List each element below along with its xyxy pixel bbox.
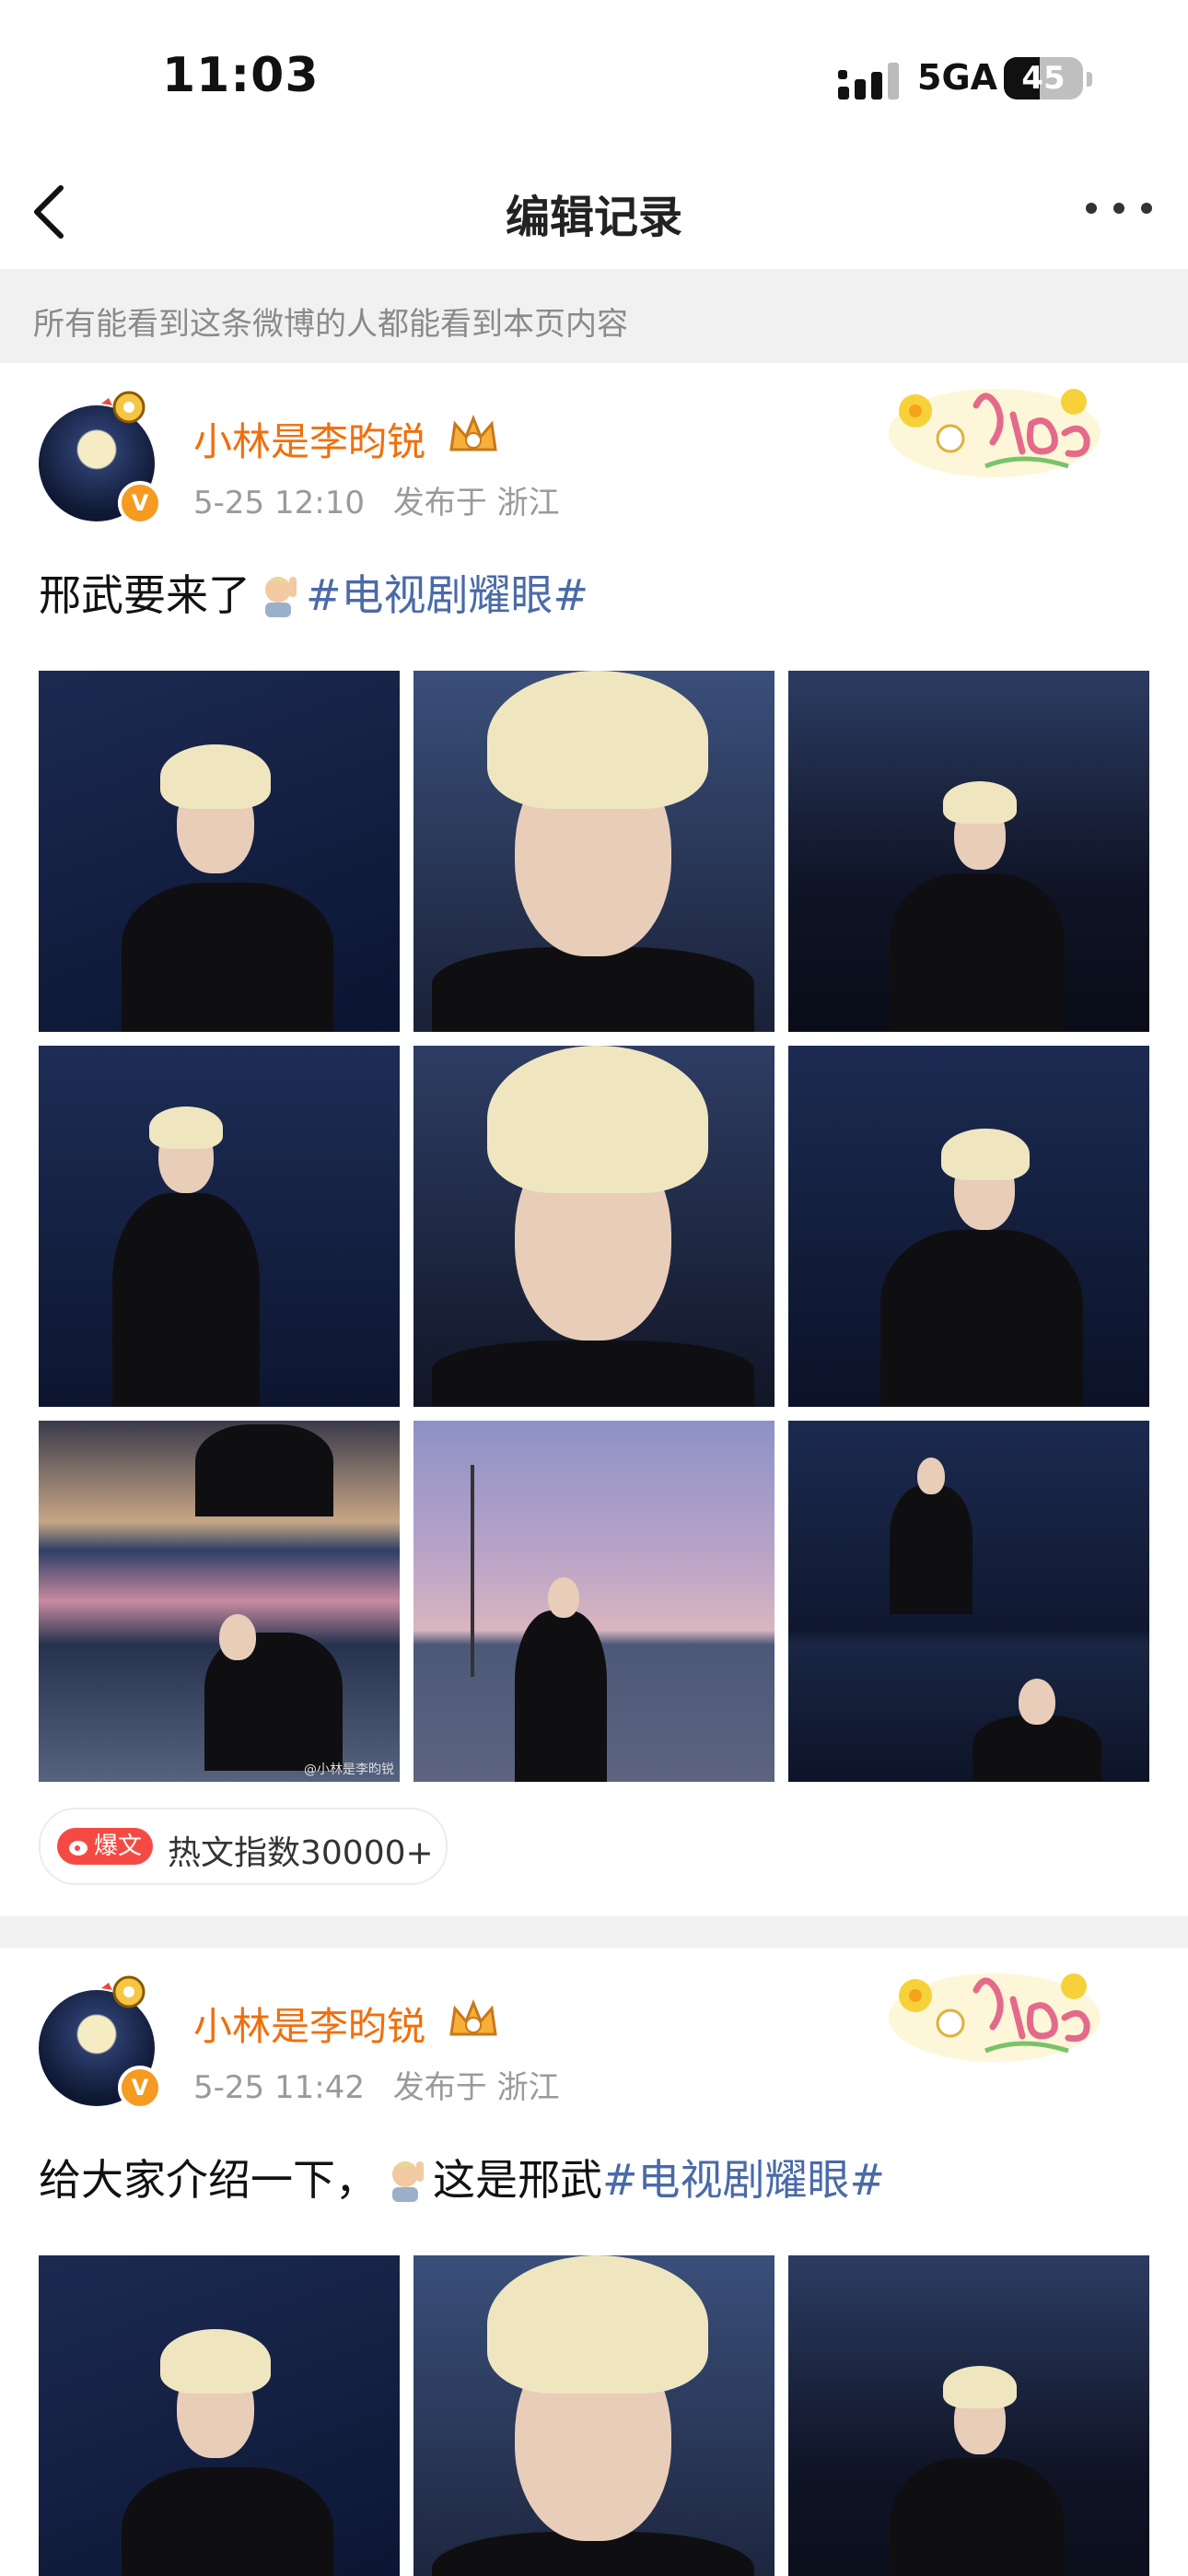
photo-face xyxy=(917,1458,945,1494)
photo-figure xyxy=(880,1230,1083,1407)
photo-grid xyxy=(39,2255,1149,2576)
photo-thumbnail[interactable]: @小林是李昀锐 xyxy=(39,1421,400,1782)
photo-thumbnail[interactable] xyxy=(788,1046,1149,1407)
photo-hair xyxy=(941,1129,1030,1180)
verified-badge-icon: V xyxy=(118,481,162,525)
raising-hand-emoji-icon xyxy=(265,577,297,617)
photo-figure xyxy=(112,1193,260,1407)
photo-hair xyxy=(943,781,1017,824)
post-text-after: 这是邢武 xyxy=(433,2155,602,2205)
photo-watermark: @小林是李昀锐 xyxy=(304,1762,394,1777)
photo-face xyxy=(219,1614,256,1660)
post-location: 发布于 浙江 xyxy=(392,485,560,521)
status-bar: 11:03 5GA 45 xyxy=(0,0,1188,157)
hot-index-text: 热文指数30000+ xyxy=(168,1834,434,1872)
avatar-decoration-icon xyxy=(101,1975,146,2008)
battery-level: 45 xyxy=(1021,60,1066,97)
photo-figure xyxy=(122,2467,333,2576)
post-text: 邢武要来了 #电视剧耀眼# xyxy=(39,562,588,623)
photo-face xyxy=(1019,1679,1055,1725)
battery-cap xyxy=(1087,72,1092,87)
street-lamp xyxy=(471,1465,474,1677)
raising-hand-emoji-icon xyxy=(392,2161,424,2202)
hashtag-link[interactable]: #电视剧耀眼# xyxy=(602,2155,885,2205)
photo-hair xyxy=(149,1107,223,1149)
post-meta: 5-25 12:10 发布于 浙江 xyxy=(193,477,560,522)
post-time: 5-25 11:42 xyxy=(193,2069,365,2106)
status-time: 11:03 xyxy=(162,48,320,103)
more-dots-icon[interactable] xyxy=(1082,190,1156,227)
post-text-main: 给大家介绍一下， xyxy=(39,2155,378,2205)
plog-sticker-icon xyxy=(889,389,1101,477)
hot-index-badge[interactable]: 爆文 热文指数30000+ xyxy=(39,1808,448,1885)
photo-hair xyxy=(487,671,708,809)
photo-thumbnail[interactable] xyxy=(413,671,775,1032)
page-title: 编辑记录 xyxy=(505,192,682,243)
photo-figure xyxy=(890,1485,973,1614)
photo-thumbnail[interactable] xyxy=(788,2255,1149,2576)
avatar-decoration-icon xyxy=(101,391,146,424)
photo-hair xyxy=(943,2366,1017,2408)
photo-grid: @小林是李昀锐 xyxy=(39,671,1149,1782)
post-record-1: V 小林是李昀锐 5-25 12:10 发布于 浙江 邢武要来了 #电视剧耀眼# xyxy=(0,363,1188,1916)
photo-hair xyxy=(487,1046,708,1193)
post-record-2: V 小林是李昀锐 5-25 11:42 发布于 浙江 给大家介绍一下， 这是邢武#… xyxy=(0,1948,1188,2576)
post-location: 发布于 浙江 xyxy=(392,2069,560,2106)
photo-hair xyxy=(160,2329,271,2394)
cellular-signal-icon xyxy=(838,63,899,100)
vip-crown-icon xyxy=(449,414,497,451)
network-type: 5GA xyxy=(917,57,998,98)
photo-figure xyxy=(890,2458,1065,2576)
photo-thumbnail[interactable] xyxy=(413,1421,775,1782)
nav-bar: 编辑记录 xyxy=(0,157,1188,267)
vip-crown-icon xyxy=(449,1998,497,2036)
plog-sticker-icon xyxy=(889,1973,1101,2062)
photo-hair xyxy=(160,744,271,809)
notice-text: 所有能看到这条微博的人都能看到本页内容 xyxy=(33,306,628,343)
photo-thumbnail[interactable] xyxy=(788,1421,1149,1782)
battery-icon: 45 xyxy=(1004,57,1083,100)
photo-figure xyxy=(195,1424,333,1516)
username[interactable]: 小林是李昀锐 xyxy=(193,1996,425,2052)
verified-badge-icon: V xyxy=(118,2066,162,2110)
photo-figure xyxy=(432,947,754,1032)
photo-thumbnail[interactable] xyxy=(39,2255,400,2576)
photo-figure xyxy=(432,1341,754,1407)
post-divider xyxy=(0,1916,1188,1948)
photo-thumbnail[interactable] xyxy=(413,1046,775,1407)
post-text: 给大家介绍一下， 这是邢武#电视剧耀眼# xyxy=(39,2147,885,2207)
weibo-icon xyxy=(69,1841,87,1856)
post-time: 5-25 12:10 xyxy=(193,485,365,521)
photo-hair xyxy=(487,2255,708,2394)
post-meta: 5-25 11:42 发布于 浙江 xyxy=(193,2062,560,2107)
photo-thumbnail[interactable] xyxy=(39,1046,400,1407)
visibility-notice: 所有能看到这条微博的人都能看到本页内容 xyxy=(0,269,1188,363)
hashtag-link[interactable]: #电视剧耀眼# xyxy=(306,570,588,620)
photo-figure xyxy=(122,883,333,1032)
photo-figure xyxy=(515,1610,607,1782)
photo-figure xyxy=(973,1715,1101,1782)
hot-tag: 爆文 xyxy=(57,1828,153,1865)
photo-thumbnail[interactable] xyxy=(788,671,1149,1032)
photo-thumbnail[interactable] xyxy=(39,671,400,1032)
username[interactable]: 小林是李昀锐 xyxy=(193,411,425,467)
hot-tag-label: 爆文 xyxy=(94,1832,143,1860)
photo-thumbnail[interactable] xyxy=(413,2255,775,2576)
photo-figure xyxy=(890,873,1065,1032)
photo-face xyxy=(548,1577,579,1618)
post-text-main: 邢武要来了 xyxy=(39,570,250,620)
